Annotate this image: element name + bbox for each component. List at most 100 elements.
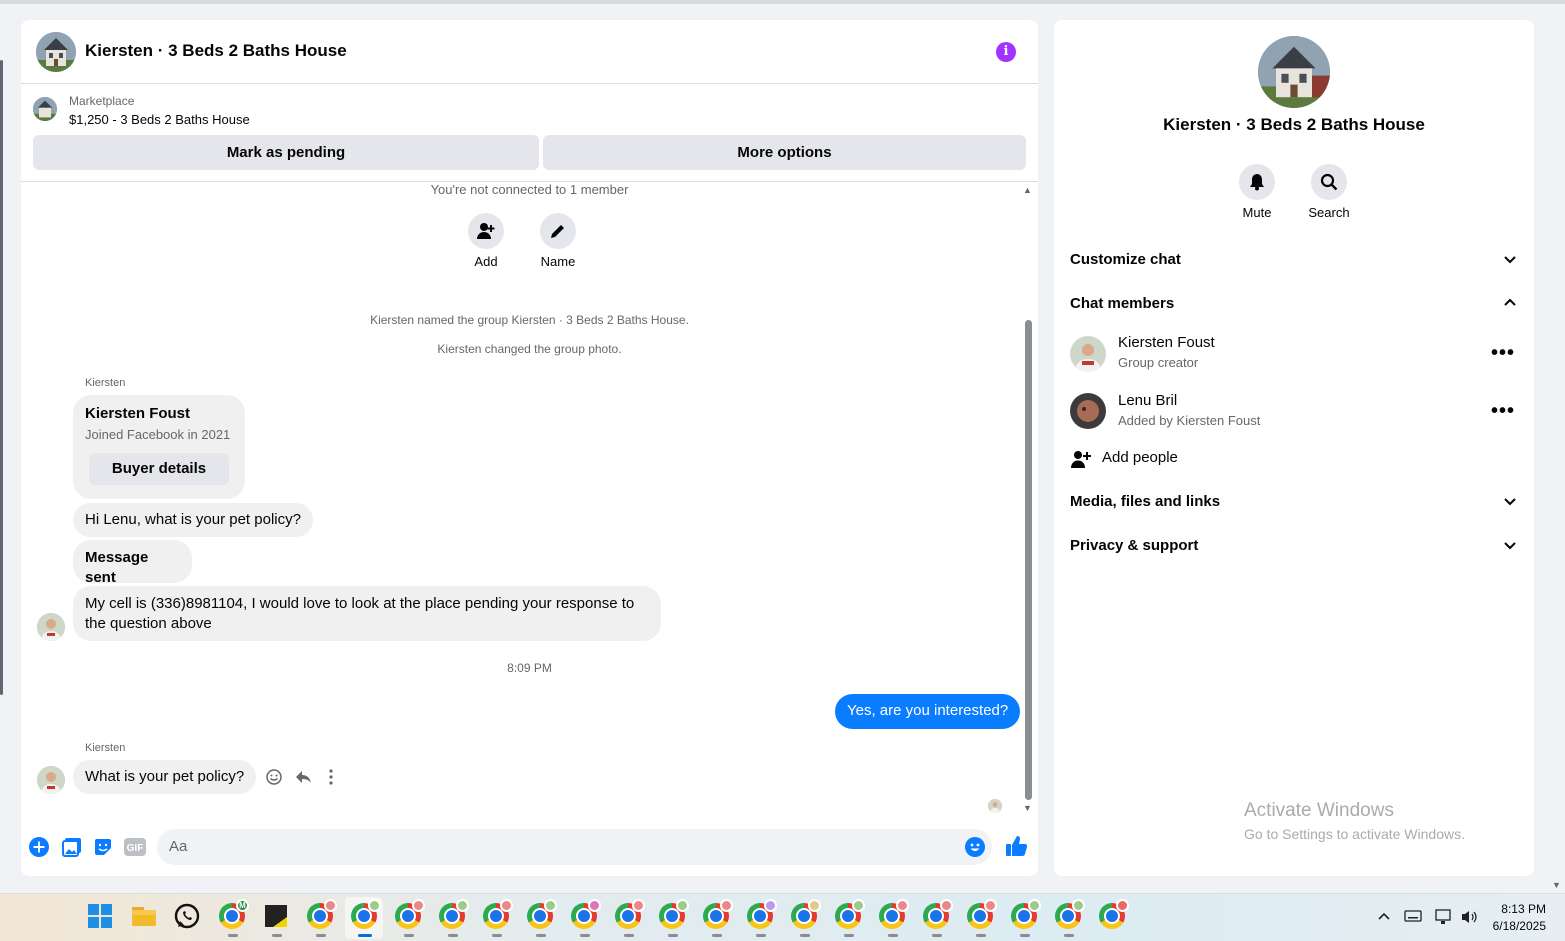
chrome-icon[interactable] [615,899,645,937]
media-files-links-section[interactable]: Media, files and links [1070,493,1518,513]
running-indicator [272,934,282,937]
mute-button[interactable] [1239,164,1275,200]
gif-icon[interactable]: GIF [124,838,146,861]
search-button[interactable] [1311,164,1347,200]
chrome-icon[interactable] [1055,899,1085,937]
chrome-icon[interactable] [439,899,469,937]
privacy-support-section[interactable]: Privacy & support [1070,537,1518,557]
member-role: Added by Kiersten Foust [1118,413,1261,428]
chrome-icon[interactable] [307,899,337,937]
more-vertical-icon[interactable] [324,768,338,791]
chrome-icon[interactable] [1011,899,1041,937]
group-photo[interactable] [1258,36,1330,108]
show-hidden-icons-chevron-icon[interactable] [1377,909,1391,926]
avatar[interactable] [37,766,65,794]
member-avatar[interactable] [1070,393,1106,429]
avatar[interactable] [37,613,65,641]
chrome-icon[interactable] [659,899,689,937]
chrome-profile-m-icon[interactable]: M [219,899,249,937]
chrome-icon[interactable] [395,899,425,937]
react-emoji-icon[interactable] [265,768,283,791]
message-bubble[interactable]: What is your pet policy? [73,760,257,794]
system-message-named: Kiersten named the group Kiersten · 3 Be… [370,313,689,327]
member-more-icon[interactable]: ••• [1491,401,1515,421]
member-name[interactable]: Kiersten Foust [1118,334,1215,351]
chat-members-section[interactable]: Chat members [1070,295,1518,315]
sticker-icon[interactable] [93,837,113,862]
mark-as-pending-button[interactable]: Mark as pending [33,135,539,170]
thumbs-up-icon[interactable] [1004,834,1028,863]
name-group-button[interactable] [540,213,576,249]
member-name[interactable]: Lenu Bril [1118,392,1177,409]
running-indicator [316,934,326,937]
reply-icon[interactable] [294,768,312,791]
whatsapp-icon[interactable] [174,903,202,931]
profile-badge-m: M [236,899,249,912]
network-icon[interactable] [1435,909,1453,928]
listing-title[interactable]: $1,250 - 3 Beds 2 Baths House [69,112,250,127]
buyer-name: Kiersten Foust [85,405,191,422]
activate-windows-subtitle: Go to Settings to activate Windows. [1244,826,1465,842]
info-icon[interactable]: i [996,42,1016,62]
page-scroll-down-icon[interactable]: ▼ [1552,880,1561,890]
chrome-icon[interactable] [571,899,601,937]
chrome-icon[interactable] [351,899,381,937]
chrome-icon[interactable] [483,899,513,937]
listing-thumbnail[interactable] [33,97,57,121]
outgoing-message-bubble[interactable]: Yes, are you interested? [835,694,1021,729]
scrollbar-thumb[interactable] [1025,320,1032,800]
add-member-button[interactable] [468,213,504,249]
running-indicator [448,934,458,937]
running-indicator [228,934,238,937]
clock-time[interactable]: 8:13 PM [1490,902,1546,916]
windows-start-icon[interactable] [87,903,115,931]
scroll-down-arrow-icon[interactable]: ▼ [1023,803,1032,813]
message-input[interactable]: Aa [157,829,992,865]
chrome-icon[interactable] [747,899,777,937]
emoji-icon[interactable] [965,837,985,862]
add-people-button[interactable]: Add people [1102,449,1178,466]
message-bubble[interactable]: Hi Lenu, what is your pet policy? [73,503,313,537]
running-indicator [492,934,502,937]
chrome-icon[interactable] [967,899,997,937]
chrome-icon[interactable] [703,899,733,937]
chrome-icon[interactable] [791,899,821,937]
chrome-icon[interactable] [835,899,865,937]
keyboard-icon[interactable] [1404,909,1422,926]
chrome-icon[interactable] [1099,899,1129,931]
running-indicator [1020,934,1030,937]
add-person-icon[interactable] [1070,449,1092,474]
buyer-details-button[interactable]: Buyer details [89,453,229,485]
file-explorer-icon[interactable] [131,903,159,931]
chrome-icon[interactable] [527,899,557,937]
running-indicator [800,934,810,937]
windows-taskbar: M 8:13 PM 6/18/2025 [0,893,1565,941]
group-avatar[interactable] [36,32,76,72]
plus-icon[interactable] [29,837,49,862]
left-edge-scrollbar[interactable] [0,60,3,695]
search-icon [1320,173,1338,191]
sticky-notes-icon[interactable] [263,903,291,937]
chat-title: Kiersten · 3 Beds 2 Baths House [85,41,347,60]
chrome-icon[interactable] [923,899,953,937]
chat-header: Kiersten · 3 Beds 2 Baths House i [21,20,1038,84]
photo-icon[interactable] [62,837,82,862]
running-indicator [404,934,414,937]
customize-chat-section[interactable]: Customize chat [1070,251,1518,271]
running-indicator [536,934,546,937]
more-options-button[interactable]: More options [543,135,1026,170]
volume-icon[interactable] [1460,909,1478,928]
group-name: Kiersten · 3 Beds 2 Baths House [1163,115,1425,134]
running-indicator [624,934,634,937]
clock-date[interactable]: 6/18/2025 [1480,919,1546,933]
name-label: Name [540,254,576,269]
member-avatar[interactable] [1070,336,1106,372]
member-more-icon[interactable]: ••• [1491,343,1515,363]
buyer-joined: Joined Facebook in 2021 [85,427,231,442]
browser-top-strip [0,0,1565,4]
message-bubble[interactable]: My cell is (336)8981104, I would love to… [73,586,661,641]
message-bubble[interactable]: Message sent [73,540,192,586]
chevron-down-icon [1504,256,1516,264]
media-files-links-label: Media, files and links [1070,493,1221,510]
chrome-icon[interactable] [879,899,909,937]
